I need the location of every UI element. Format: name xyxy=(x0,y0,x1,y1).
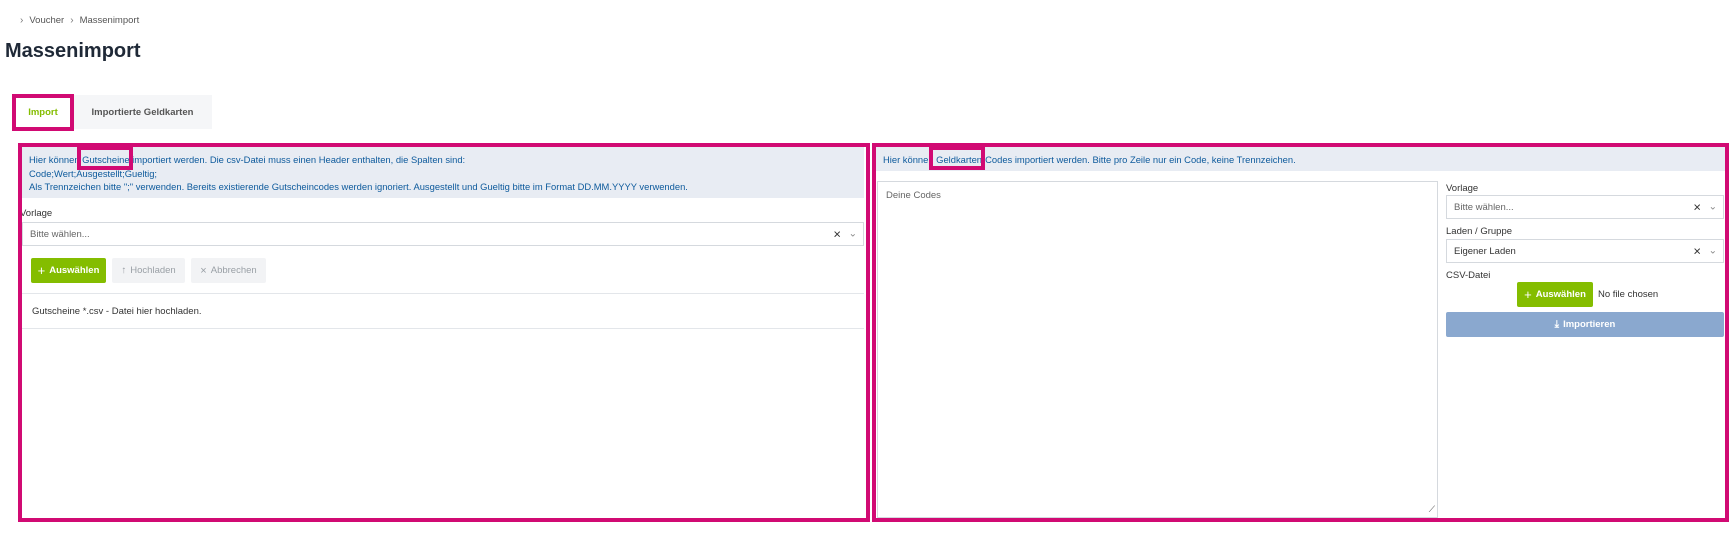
download-icon: ⤓ xyxy=(1554,319,1560,330)
cancel-button[interactable]: × Abbrechen xyxy=(191,258,266,283)
template-label: Vorlage xyxy=(20,208,53,219)
geldkarten-info-box: Hier können Geldkarten-Codes importiert … xyxy=(876,147,1725,171)
info-line: Code;Wert;Ausgestellt;Gueltig; xyxy=(29,167,158,179)
import-button[interactable]: ⤓ Importieren xyxy=(1446,312,1724,337)
template-select-right[interactable]: Bitte wählen... × ⌄ xyxy=(1446,195,1724,219)
csv-file-label: CSV-Datei xyxy=(1446,270,1491,281)
clear-icon[interactable]: × xyxy=(1693,244,1701,259)
upload-icon: ↑ xyxy=(121,265,127,276)
codes-textarea[interactable]: Deine Codes ⟋ xyxy=(877,181,1438,518)
resize-handle-icon[interactable]: ⟋ xyxy=(1429,504,1435,515)
store-group-label: Laden / Gruppe xyxy=(1446,226,1513,237)
codes-placeholder: Deine Codes xyxy=(886,190,941,201)
info-line: Hier können Gutscheine importiert werden… xyxy=(29,154,466,165)
upload-button[interactable]: ↑ Hochladen xyxy=(112,258,185,283)
tab-bar: Import Importierte Geldkarten xyxy=(13,95,212,129)
select-file-button-label: Auswählen xyxy=(49,265,100,276)
store-group-select-value: Eigener Laden xyxy=(1454,245,1516,257)
close-icon: × xyxy=(200,264,207,277)
info-line: Als Trennzeichen bitte ";" verwenden. Be… xyxy=(29,181,688,192)
template-select-value: Bitte wählen... xyxy=(30,228,90,240)
chevron-down-icon[interactable]: ⌄ xyxy=(849,229,857,240)
store-group-select[interactable]: Eigener Laden × ⌄ xyxy=(1446,239,1724,263)
upload-button-label: Hochladen xyxy=(130,265,176,276)
clear-icon[interactable]: × xyxy=(1693,200,1701,215)
breadcrumb-item-massenimport: Massenimport xyxy=(79,15,140,26)
breadcrumb: › Voucher › Massenimport xyxy=(20,15,139,26)
chevron-right-icon: › xyxy=(20,15,24,26)
breadcrumb-item-voucher[interactable]: Voucher xyxy=(29,15,64,26)
no-file-chosen-text: No file chosen xyxy=(1598,289,1659,300)
template-select[interactable]: Bitte wählen... × ⌄ xyxy=(22,222,864,246)
dropzone-text[interactable]: Gutscheine *.csv - Datei hier hochladen. xyxy=(32,306,202,317)
cancel-button-label: Abbrechen xyxy=(210,265,257,276)
page-title: Massenimport xyxy=(5,40,141,62)
plus-icon: + xyxy=(1524,287,1532,302)
csv-select-button-label: Auswählen xyxy=(1535,289,1586,300)
gutscheine-info-box: Hier können Gutscheine importiert werden… xyxy=(22,147,864,198)
chevron-down-icon[interactable]: ⌄ xyxy=(1709,202,1717,213)
import-button-label: Importieren xyxy=(1563,319,1616,330)
divider xyxy=(22,293,864,294)
select-file-button[interactable]: + Auswählen xyxy=(31,258,106,283)
divider xyxy=(22,328,864,329)
chevron-right-icon: › xyxy=(70,15,74,26)
tab-imported-geldkarten[interactable]: Importierte Geldkarten xyxy=(73,95,212,129)
template-label-right: Vorlage xyxy=(1446,183,1479,194)
highlight-box-left-panel xyxy=(18,143,870,522)
tab-import[interactable]: Import xyxy=(13,95,73,129)
clear-icon[interactable]: × xyxy=(833,227,841,242)
csv-select-button[interactable]: + Auswählen xyxy=(1517,282,1593,307)
plus-icon: + xyxy=(37,263,46,278)
chevron-down-icon[interactable]: ⌄ xyxy=(1709,246,1717,257)
template-select-right-value: Bitte wählen... xyxy=(1454,201,1514,213)
